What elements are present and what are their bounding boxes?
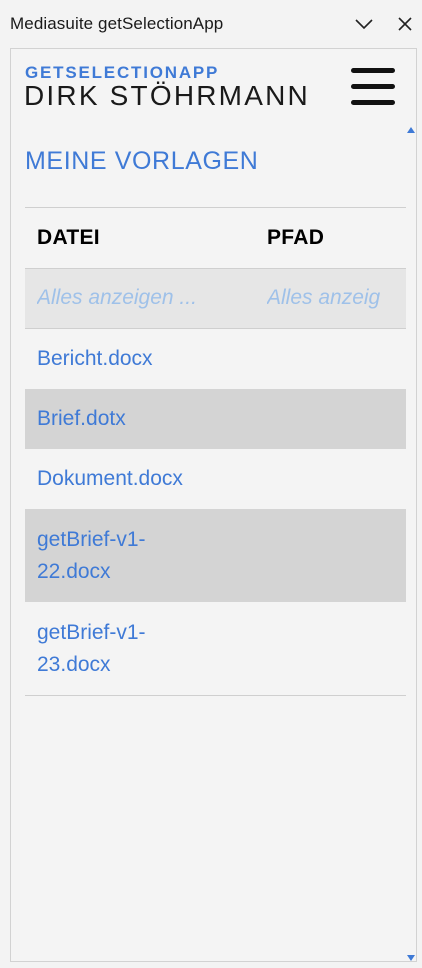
title-bar: Mediasuite getSelectionApp (0, 0, 422, 48)
table-row[interactable]: getBrief-v1-23.docx (25, 602, 406, 695)
close-icon[interactable] (393, 12, 417, 36)
chevron-down-icon[interactable] (352, 12, 376, 36)
file-filter-input[interactable] (37, 279, 205, 317)
triangle-down-icon[interactable] (407, 949, 415, 961)
file-name[interactable]: getBrief-v1-23.docx (37, 617, 207, 681)
column-header-file[interactable]: DATEI (37, 226, 100, 250)
table-row[interactable]: Dokument.docx (25, 449, 406, 509)
column-header-path[interactable]: PFAD (267, 226, 324, 250)
task-pane-window: Mediasuite getSelectionApp GETSELECTIONA… (0, 0, 422, 968)
file-name[interactable]: Brief.dotx (37, 403, 207, 435)
path-filter-input[interactable] (267, 279, 381, 317)
filter-row (25, 268, 406, 329)
file-name[interactable]: Dokument.docx (37, 463, 207, 495)
templates-table: DATEI PFAD Bericht.docx Brief.dotx Dokum… (25, 207, 406, 696)
divider (25, 695, 406, 696)
app-pane: GETSELECTIONAPP DIRK STÖHRMANN MEINE VOR… (10, 48, 417, 962)
file-name[interactable]: Bericht.docx (37, 343, 207, 375)
table-row[interactable]: Brief.dotx (25, 389, 406, 449)
window-title: Mediasuite getSelectionApp (10, 14, 224, 33)
section-title: MEINE VORLAGEN (25, 147, 259, 175)
table-row[interactable]: getBrief-v1-22.docx (25, 509, 406, 602)
user-name: DIRK STÖHRMANN (24, 80, 310, 111)
file-name[interactable]: getBrief-v1-22.docx (37, 524, 207, 588)
hamburger-icon[interactable] (351, 68, 395, 106)
table-row[interactable]: Bericht.docx (25, 329, 406, 389)
table-header: DATEI PFAD (25, 208, 406, 268)
triangle-up-icon[interactable] (407, 121, 415, 133)
